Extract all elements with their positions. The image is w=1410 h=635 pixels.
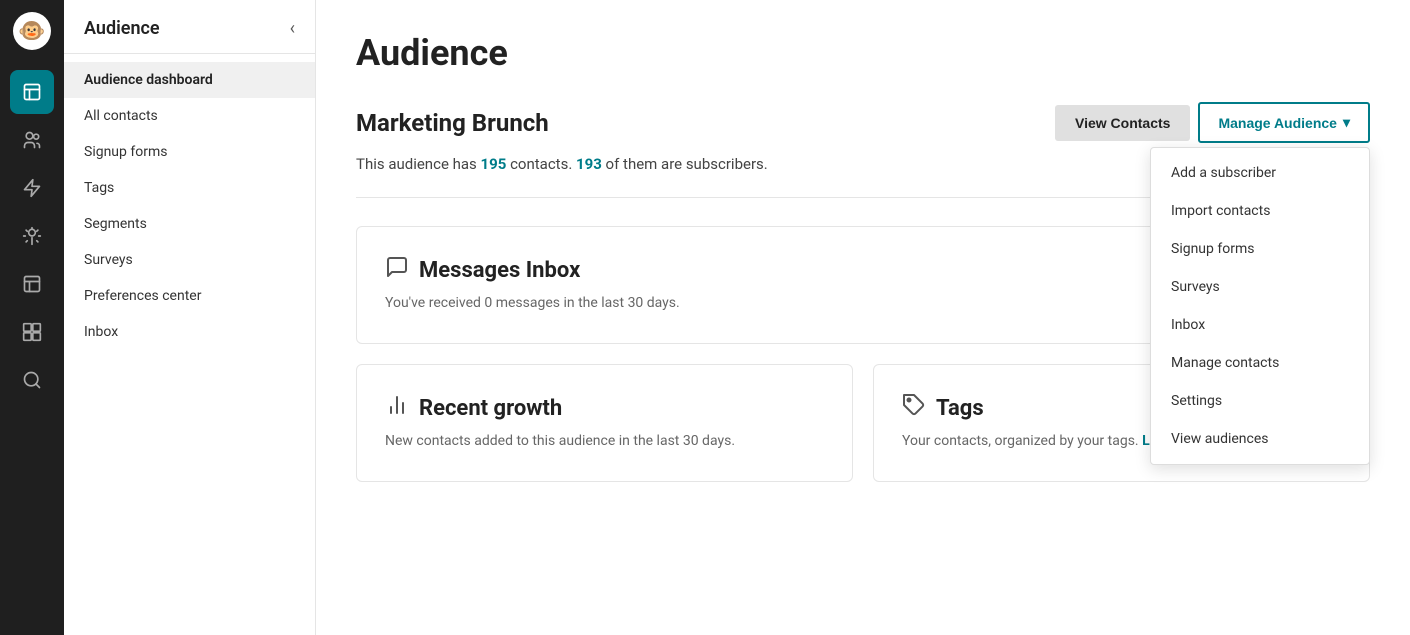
sidebar-item-surveys[interactable]: Surveys — [64, 242, 315, 278]
sidebar-item-signup-forms[interactable]: Signup forms — [64, 134, 315, 170]
icon-nav-search[interactable] — [10, 358, 54, 402]
left-sidebar-header: Audience ‹ — [64, 0, 315, 54]
inbox-card-icon — [385, 255, 409, 285]
audience-header: Marketing Brunch View Contacts Manage Au… — [356, 102, 1370, 143]
audience-header-buttons: View Contacts Manage Audience ▾ Add a su… — [1055, 102, 1370, 143]
subscribers-count: 193 — [576, 155, 602, 173]
recent-growth-card: Recent growth New contacts added to this… — [356, 364, 853, 482]
icon-sidebar: 🐵 — [0, 0, 64, 635]
sidebar-item-preferences-center[interactable]: Preferences center — [64, 278, 315, 314]
tags-card-title: Tags — [936, 396, 984, 421]
icon-nav-integrations[interactable] — [10, 310, 54, 354]
main-content: Audience Marketing Brunch View Contacts … — [316, 0, 1410, 635]
dropdown-item-add-subscriber[interactable]: Add a subscriber — [1151, 154, 1369, 192]
recent-growth-icon — [385, 393, 409, 423]
recent-growth-card-header: Recent growth — [385, 393, 824, 423]
dropdown-item-manage-contacts[interactable]: Manage contacts — [1151, 344, 1369, 382]
sidebar-item-segments[interactable]: Segments — [64, 206, 315, 242]
contacts-count: 195 — [481, 155, 507, 173]
recent-growth-card-desc: New contacts added to this audience in t… — [385, 433, 824, 449]
logo-area: 🐵 — [0, 0, 64, 62]
collapse-button[interactable]: ‹ — [290, 20, 295, 38]
icon-nav-campaigns[interactable] — [10, 166, 54, 210]
manage-audience-dropdown: Add a subscriber Import contacts Signup … — [1150, 147, 1370, 465]
app-logo: 🐵 — [13, 12, 51, 50]
icon-nav-audience[interactable] — [10, 118, 54, 162]
icon-nav-automations[interactable] — [10, 214, 54, 258]
dropdown-item-signup-forms[interactable]: Signup forms — [1151, 230, 1369, 268]
dropdown-item-view-audiences[interactable]: View audiences — [1151, 420, 1369, 458]
page-title: Audience — [356, 32, 1370, 74]
tags-card-icon — [902, 393, 926, 423]
left-sidebar-title: Audience — [84, 18, 160, 39]
dropdown-item-import-contacts[interactable]: Import contacts — [1151, 192, 1369, 230]
inbox-card-title: Messages Inbox — [419, 258, 580, 283]
dropdown-item-settings[interactable]: Settings — [1151, 382, 1369, 420]
sidebar-item-tags[interactable]: Tags — [64, 170, 315, 206]
manage-audience-button[interactable]: Manage Audience ▾ — [1198, 102, 1370, 143]
left-sidebar-nav: Audience dashboard All contacts Signup f… — [64, 54, 315, 358]
dropdown-item-inbox[interactable]: Inbox — [1151, 306, 1369, 344]
view-contacts-button[interactable]: View Contacts — [1055, 105, 1190, 141]
icon-nav — [0, 62, 64, 402]
sidebar-item-audience-dashboard[interactable]: Audience dashboard — [64, 62, 315, 98]
recent-growth-card-title: Recent growth — [419, 396, 562, 421]
icon-nav-analytics[interactable] — [10, 262, 54, 306]
left-sidebar: Audience ‹ Audience dashboard All contac… — [64, 0, 316, 635]
sidebar-item-inbox[interactable]: Inbox — [64, 314, 315, 350]
icon-nav-edit[interactable] — [10, 70, 54, 114]
sidebar-item-all-contacts[interactable]: All contacts — [64, 98, 315, 134]
audience-name: Marketing Brunch — [356, 109, 549, 137]
dropdown-item-surveys[interactable]: Surveys — [1151, 268, 1369, 306]
chevron-down-icon: ▾ — [1343, 114, 1350, 131]
